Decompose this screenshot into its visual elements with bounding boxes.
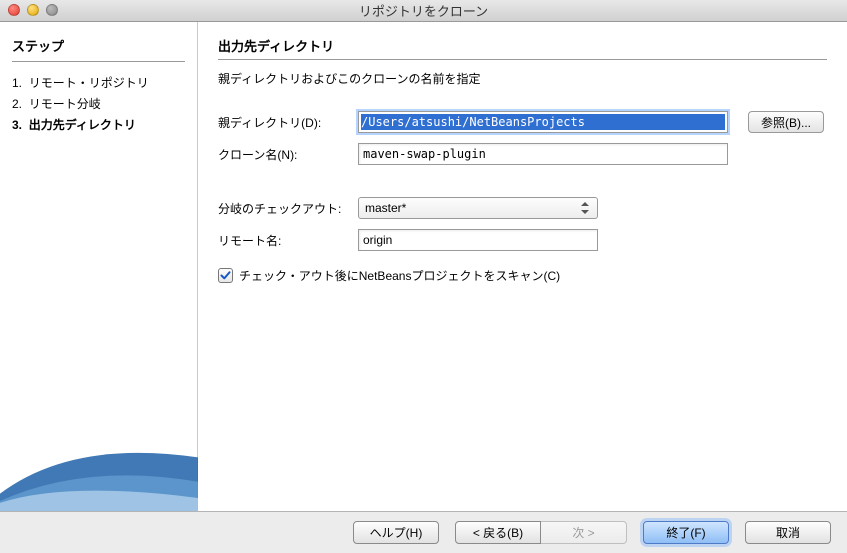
branch-checkout-label: 分岐のチェックアウト: bbox=[218, 200, 358, 217]
step-item-current: 3. 出力先ディレクトリ bbox=[12, 114, 185, 135]
clone-name-label: クローン名(N): bbox=[218, 146, 358, 163]
titlebar: リポジトリをクローン bbox=[0, 0, 847, 22]
back-button[interactable]: < 戻る(B) bbox=[455, 521, 541, 544]
finish-button[interactable]: 終了(F) bbox=[643, 521, 729, 544]
parent-dir-label: 親ディレクトリ(D): bbox=[218, 114, 358, 131]
button-bar: ヘルプ(H) < 戻る(B) 次 > 終了(F) 取消 bbox=[0, 511, 847, 553]
page-subtitle: 親ディレクトリおよびこのクローンの名前を指定 bbox=[218, 70, 827, 87]
scan-checkbox[interactable] bbox=[218, 268, 233, 283]
minimize-icon[interactable] bbox=[27, 4, 39, 16]
nav-button-group: < 戻る(B) 次 > bbox=[455, 521, 627, 544]
sidebar: ステップ 1. リモート・リポジトリ 2. リモート分岐 3. 出力先ディレクト… bbox=[0, 22, 198, 511]
steps-list: 1. リモート・リポジトリ 2. リモート分岐 3. 出力先ディレクトリ bbox=[12, 72, 185, 135]
scan-checkbox-label: チェック・アウト後にNetBeansプロジェクトをスキャン(C) bbox=[239, 267, 560, 284]
close-icon[interactable] bbox=[8, 4, 20, 16]
sidebar-decoration bbox=[0, 401, 198, 511]
page-title: 出力先ディレクトリ bbox=[218, 36, 827, 55]
help-button[interactable]: ヘルプ(H) bbox=[353, 521, 439, 544]
maximize-icon bbox=[46, 4, 58, 16]
remote-name-label: リモート名: bbox=[218, 232, 358, 249]
step-item: 2. リモート分岐 bbox=[12, 93, 185, 114]
window-title: リポジトリをクローン bbox=[359, 1, 488, 20]
steps-heading: ステップ bbox=[12, 36, 185, 55]
window-controls bbox=[8, 4, 58, 16]
scan-checkbox-row[interactable]: チェック・アウト後にNetBeansプロジェクトをスキャン(C) bbox=[218, 267, 827, 284]
main-panel: 出力先ディレクトリ 親ディレクトリおよびこのクローンの名前を指定 親ディレクトリ… bbox=[198, 22, 847, 511]
remote-name-input[interactable] bbox=[358, 229, 598, 251]
parent-dir-input[interactable]: /Users/atsushi/NetBeansProjects bbox=[358, 111, 728, 133]
next-button: 次 > bbox=[541, 521, 627, 544]
step-item: 1. リモート・リポジトリ bbox=[12, 72, 185, 93]
clone-name-input[interactable] bbox=[358, 143, 728, 165]
cancel-button[interactable]: 取消 bbox=[745, 521, 831, 544]
browse-button[interactable]: 参照(B)... bbox=[748, 111, 824, 133]
branch-checkout-select[interactable]: master* bbox=[358, 197, 598, 219]
